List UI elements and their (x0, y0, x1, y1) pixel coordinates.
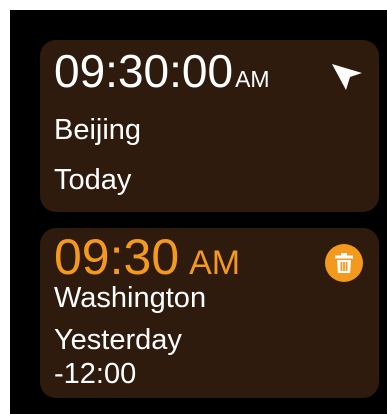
clock-city: Washington (54, 282, 207, 314)
clock-offset: -12:00 (54, 358, 137, 390)
navigation-arrow-icon[interactable] (329, 58, 365, 94)
clock-ampm: AM (189, 244, 241, 282)
delete-clock-button[interactable] (325, 244, 363, 282)
clock-time: 09:30:00 (54, 45, 234, 97)
trash-icon (335, 253, 353, 273)
clock-day: Today (54, 164, 132, 196)
clock-ampm: AM (235, 66, 270, 92)
clock-day: Yesterday (54, 324, 182, 356)
clock-time-row: 09:30 AM (54, 232, 240, 282)
clock-city: Beijing (54, 114, 142, 146)
clock-time: 09:30 (54, 229, 180, 285)
clock-time-row: 09:30:00AM (54, 48, 270, 94)
clock-card-washington[interactable]: 09:30 AM Washington Yesterday -12:00 (40, 228, 379, 398)
world-clock-screen: 09:30:00AM Beijing Today 09:30 AM Washing… (10, 10, 387, 414)
clock-card-beijing[interactable]: 09:30:00AM Beijing Today (40, 40, 379, 212)
